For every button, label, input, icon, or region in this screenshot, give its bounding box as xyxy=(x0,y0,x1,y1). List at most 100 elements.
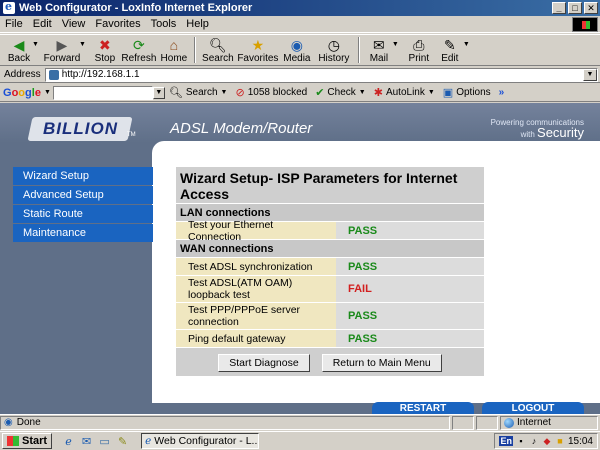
forward-dropdown-icon[interactable]: ▼ xyxy=(79,41,86,48)
options-icon: ▣ xyxy=(442,87,454,99)
system-tray: En ▪ ♪ ◆ ■ 15:04 xyxy=(494,433,598,449)
back-label: Back xyxy=(7,53,31,64)
desktop-quicklaunch-icon[interactable]: ▭ xyxy=(98,435,111,448)
mail-icon: ✉ xyxy=(373,37,385,53)
window-title-bar: Web Configurator - LoxInfo Internet Expl… xyxy=(0,0,600,16)
windows-logo-icon xyxy=(572,17,598,32)
google-search-button[interactable]: 🔍︎ Search ▼ xyxy=(165,86,232,99)
search-icon: 🔍︎ xyxy=(208,37,227,53)
edit-dropdown-icon[interactable]: ▼ xyxy=(463,41,470,48)
popup-blocker-button[interactable]: ⊘ 1058 blocked xyxy=(231,86,311,99)
check-label: Check xyxy=(327,87,356,98)
status-text-area: ◉ Done xyxy=(0,415,450,430)
page-icon xyxy=(48,69,59,80)
refresh-button[interactable]: ⟳ Refresh xyxy=(120,35,158,65)
left-navigation: Wizard Setup Advanced Setup Static Route… xyxy=(13,167,153,243)
mail-dropdown-icon[interactable]: ▼ xyxy=(392,41,399,48)
more-chevron-icon[interactable]: » xyxy=(495,87,509,98)
stop-button[interactable]: ✖ Stop xyxy=(90,35,120,65)
clock: 15:04 xyxy=(567,435,593,447)
taskbar-window-button[interactable]: ℯ Web Configurator - L... xyxy=(141,433,260,449)
address-label: Address xyxy=(4,69,41,80)
media-quicklaunch-icon[interactable]: ✎ xyxy=(116,435,129,448)
edit-button[interactable]: ✎ Edit xyxy=(435,35,465,65)
network-tray-icon[interactable]: ▪ xyxy=(516,436,526,446)
mail-button[interactable]: ✉ Mail xyxy=(364,35,394,65)
back-button[interactable]: ◀ Back xyxy=(4,35,34,65)
ie-icon xyxy=(3,0,15,14)
table-row: Test PPP/PPPoE server connection PASS xyxy=(176,302,484,329)
nav-item-wizard-setup[interactable]: Wizard Setup xyxy=(13,167,153,185)
address-input[interactable]: http://192.168.1.1 ▼ xyxy=(44,67,598,82)
ie-quicklaunch-icon[interactable]: ℯ xyxy=(62,435,75,448)
status-bar: ◉ Done Internet xyxy=(0,414,600,430)
page-done-icon: ◉ xyxy=(4,417,13,428)
mail-label: Mail xyxy=(369,53,389,64)
address-dropdown-icon[interactable]: ▼ xyxy=(583,68,597,81)
start-label: Start xyxy=(22,435,48,447)
antivirus-tray-icon[interactable]: ■ xyxy=(555,436,565,446)
close-button[interactable]: ✕ xyxy=(584,2,598,14)
google-menu-dropdown-icon[interactable]: ▼ xyxy=(44,89,51,96)
options-button[interactable]: ▣ Options xyxy=(439,86,495,99)
nav-item-maintenance[interactable]: Maintenance xyxy=(13,224,153,242)
powering-slogan: Powering communications with Security xyxy=(491,118,584,140)
return-main-menu-button[interactable]: Return to Main Menu xyxy=(321,354,442,372)
test-label: Ping default gateway xyxy=(176,330,336,347)
slogan-security: Security xyxy=(537,125,584,140)
search-button[interactable]: 🔍︎ Search xyxy=(200,35,236,65)
menu-view[interactable]: View xyxy=(57,18,91,30)
stop-label: Stop xyxy=(94,53,116,64)
internet-zone-icon xyxy=(504,417,514,428)
start-diagnose-button[interactable]: Start Diagnose xyxy=(218,354,310,372)
taskbar: Start ℯ ✉ ▭ ✎ ℯ Web Configurator - L... … xyxy=(0,431,600,450)
google-logo[interactable]: Google xyxy=(0,87,44,99)
popup-blocker-icon: ⊘ xyxy=(235,87,245,99)
menu-tools[interactable]: Tools xyxy=(146,18,182,30)
spell-check-button[interactable]: ✔ Check ▼ xyxy=(311,86,370,99)
outlook-quicklaunch-icon[interactable]: ✉ xyxy=(80,435,93,448)
blocked-count: 1058 blocked xyxy=(247,87,308,98)
maximize-button[interactable]: □ xyxy=(568,2,582,14)
back-dropdown-icon[interactable]: ▼ xyxy=(32,41,39,48)
history-label: History xyxy=(318,53,350,64)
favorites-button[interactable]: ★ Favorites xyxy=(236,35,280,65)
start-button[interactable]: Start xyxy=(2,433,53,449)
google-search-input[interactable] xyxy=(52,85,153,100)
menu-favorites[interactable]: Favorites xyxy=(90,18,145,30)
media-button[interactable]: ◉ Media xyxy=(280,35,314,65)
home-button[interactable]: ⌂ Home xyxy=(158,35,190,65)
favorites-label: Favorites xyxy=(237,53,279,64)
windows-flag-icon xyxy=(7,436,19,446)
print-button[interactable]: ⎙ Print xyxy=(403,35,435,65)
volume-tray-icon[interactable]: ♪ xyxy=(529,436,539,446)
menu-file[interactable]: File xyxy=(0,18,28,30)
test-label: Test PPP/PPPoE server connection xyxy=(176,303,336,329)
quick-launch: ℯ ✉ ▭ ✎ xyxy=(62,435,129,448)
favorites-icon: ★ xyxy=(251,37,265,53)
restart-button[interactable]: RESTART xyxy=(372,402,474,414)
home-label: Home xyxy=(160,53,188,64)
slogan-with: with xyxy=(520,130,535,139)
check-icon: ✔ xyxy=(315,87,325,99)
wizard-table: Wizard Setup- ISP Parameters for Interne… xyxy=(176,167,484,376)
forward-button[interactable]: ▶ Forward xyxy=(43,35,81,65)
logout-button[interactable]: LOGOUT xyxy=(482,402,584,414)
test-result: PASS xyxy=(336,303,484,329)
nav-item-advanced-setup[interactable]: Advanced Setup xyxy=(13,186,153,204)
status-text: Done xyxy=(16,417,41,428)
history-button[interactable]: ◷ History xyxy=(314,35,354,65)
test-label: Test your Ethernet Connection xyxy=(176,219,336,243)
menu-edit[interactable]: Edit xyxy=(28,18,57,30)
language-indicator[interactable]: En xyxy=(499,436,513,446)
minimize-button[interactable]: _ xyxy=(552,2,566,14)
shield-tray-icon[interactable]: ◆ xyxy=(542,436,552,446)
table-row: Test ADSL(ATM OAM) loopback test FAIL xyxy=(176,275,484,302)
nav-item-static-route[interactable]: Static Route xyxy=(13,205,153,223)
google-search-dropdown-icon[interactable]: ▼ xyxy=(152,86,165,99)
google-toolbar: Google ▼ ▼ 🔍︎ Search ▼ ⊘ 1058 blocked ✔ … xyxy=(0,84,600,102)
wizard-title: Wizard Setup- ISP Parameters for Interne… xyxy=(176,167,484,203)
autolink-button[interactable]: ✱ AutoLink ▼ xyxy=(370,86,439,99)
history-icon: ◷ xyxy=(327,37,340,53)
menu-help[interactable]: Help xyxy=(181,18,214,30)
